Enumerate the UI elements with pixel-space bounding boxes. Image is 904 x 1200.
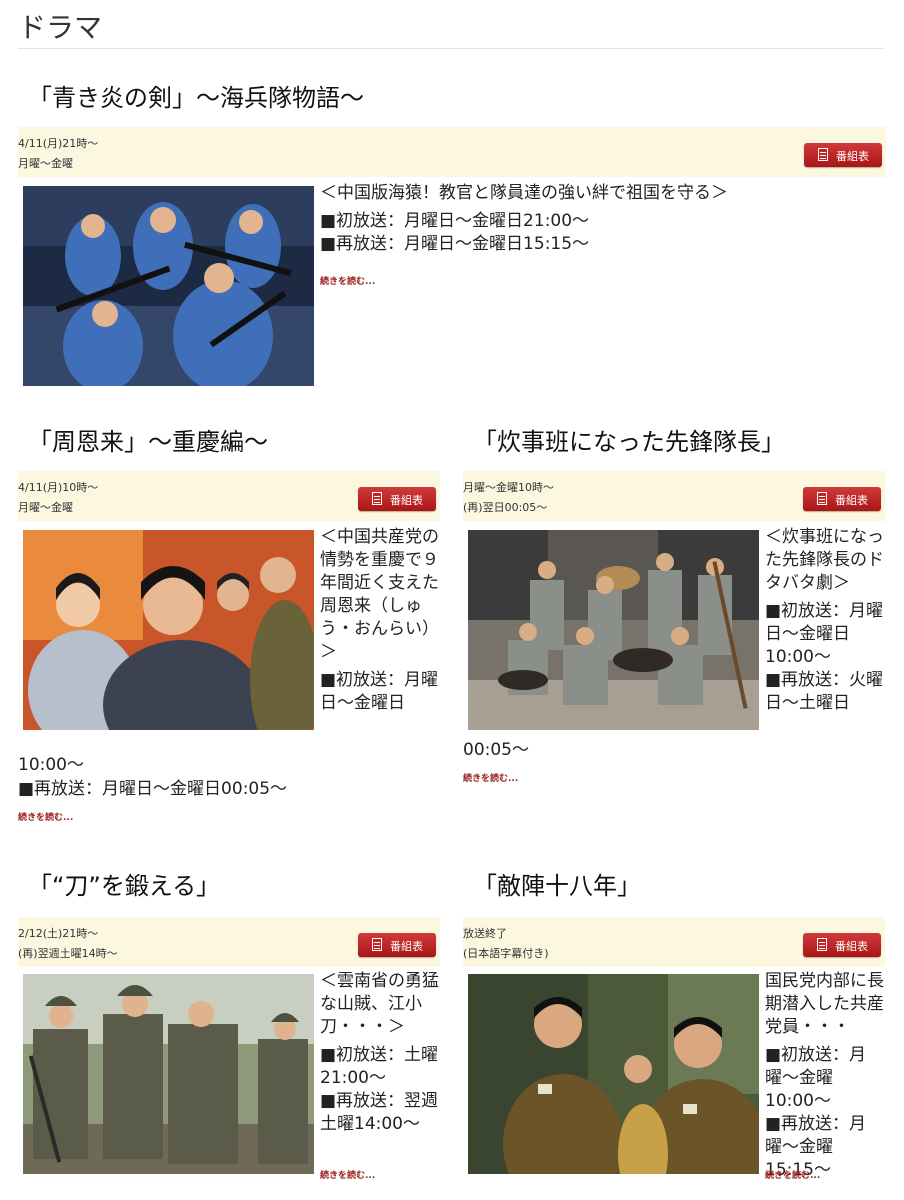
description-line: ■再放送：翌週土曜14:00〜 xyxy=(320,1091,439,1134)
program-schedule-strip: 4/11(月)21時〜 月曜〜金曜 番組表 xyxy=(18,127,886,177)
program-title[interactable]: 「“刀”を鍛える」 xyxy=(28,866,220,901)
schedule-button[interactable]: 番組表 xyxy=(803,933,881,957)
program-description: 国民党内部に長期潜入した共産党員・・・ ■初放送：月曜〜金曜10:00〜 ■再放… xyxy=(765,970,889,1182)
program-card: 「敵陣十八年」 放送終了 (日本語字幕付き) 番組表 国民党内部に長期潜入した共… xyxy=(463,860,885,1190)
program-title[interactable]: 「青き炎の剣」〜海兵隊物語〜 xyxy=(28,78,364,113)
broadcast-days: 月曜〜金曜 xyxy=(18,157,73,170)
document-icon xyxy=(817,492,827,505)
page-header: ドラマ xyxy=(18,0,884,49)
schedule-button[interactable]: 番組表 xyxy=(803,487,881,511)
program-thumbnail[interactable] xyxy=(23,186,314,386)
description-line: ＜炊事班になった先鋒隊長のドタバタ劇＞ xyxy=(765,527,884,593)
document-icon xyxy=(372,492,382,505)
program-schedule-strip: 月曜〜金曜10時〜 (再)翌日00:05〜 番組表 xyxy=(463,471,885,521)
broadcast-date: 月曜〜金曜10時〜 xyxy=(463,481,554,494)
program-description: ＜中国版海猿！教官と隊員達の強い絆で祖国を守る＞ ■初放送：月曜日〜金曜日21:… xyxy=(320,182,880,256)
program-thumbnail[interactable] xyxy=(23,530,314,730)
schedule-button-label: 番組表 xyxy=(835,494,868,507)
document-icon xyxy=(817,938,827,951)
program-thumbnail[interactable] xyxy=(468,530,759,730)
program-schedule-strip: 4/11(月)10時〜 月曜〜金曜 番組表 xyxy=(18,471,440,521)
program-description: ＜雲南省の勇猛な山賊、江小刀・・・＞ ■初放送：土曜21:00〜 ■再放送：翌週… xyxy=(320,970,444,1136)
schedule-button-label: 番組表 xyxy=(390,494,423,507)
schedule-button[interactable]: 番組表 xyxy=(358,487,436,511)
program-title[interactable]: 「周恩来」〜重慶編〜 xyxy=(28,422,268,457)
document-icon xyxy=(372,938,382,951)
description-line: ＜中国共産党の情勢を重慶で９年間近く支えた周恩来（しゅう・おんらい）＞ xyxy=(320,527,439,662)
program-thumbnail[interactable] xyxy=(23,974,314,1174)
description-line: ＜雲南省の勇猛な山賊、江小刀・・・＞ xyxy=(320,971,439,1037)
read-more-link[interactable]: 続きを読む... xyxy=(463,771,518,784)
description-line: ■初放送：月曜日〜金曜日21:00〜 xyxy=(320,211,590,231)
read-more-link[interactable]: 続きを読む... xyxy=(18,810,73,823)
program-title[interactable]: 「炊事班になった先鋒隊長」 xyxy=(473,422,785,457)
broadcast-date: 4/11(月)21時〜 xyxy=(18,137,99,150)
description-line: ＜中国版海猿！教官と隊員達の強い絆で祖国を守る＞ xyxy=(320,183,728,203)
program-schedule-strip: 2/12(土)21時〜 (再)翌週土曜14時〜 番組表 xyxy=(18,917,440,967)
read-more-link[interactable]: 続きを読む... xyxy=(320,274,375,287)
read-more-link[interactable]: 続きを読む... xyxy=(765,1168,820,1181)
broadcast-days: (再)翌日00:05〜 xyxy=(463,501,548,514)
description-line: ■初放送：月曜日〜金曜日10:00〜 xyxy=(765,601,884,667)
program-description: ＜中国共産党の情勢を重慶で９年間近く支えた周恩来（しゅう・おんらい）＞ ■初放送… xyxy=(320,526,444,715)
description-line: ■再放送：月曜日〜金曜日00:05〜 xyxy=(18,779,288,799)
program-thumbnail[interactable] xyxy=(468,974,759,1174)
program-card: 「青き炎の剣」〜海兵隊物語〜 4/11(月)21時〜 月曜〜金曜 番組表 ＜中国… xyxy=(18,70,886,400)
program-card: 「周恩来」〜重慶編〜 4/11(月)10時〜 月曜〜金曜 番組表 ＜中国共産党の… xyxy=(18,414,440,834)
broadcast-days: (日本語字幕付き) xyxy=(463,947,549,960)
description-line: ■再放送：月曜日〜金曜日15:15〜 xyxy=(320,234,590,254)
schedule-button[interactable]: 番組表 xyxy=(358,933,436,957)
schedule-button-label: 番組表 xyxy=(836,150,869,163)
description-line: ■初放送：月曜日〜金曜日 xyxy=(320,670,439,713)
description-line: ■初放送：土曜21:00〜 xyxy=(320,1045,439,1088)
description-line: 国民党内部に長期潜入した共産党員・・・ xyxy=(765,971,884,1037)
document-icon xyxy=(818,148,828,161)
description-line: 00:05〜 xyxy=(463,740,529,760)
read-more-link[interactable]: 続きを読む... xyxy=(320,1168,375,1181)
schedule-button[interactable]: 番組表 xyxy=(804,143,882,167)
program-title[interactable]: 「敵陣十八年」 xyxy=(473,866,641,901)
broadcast-days: 月曜〜金曜 xyxy=(18,501,73,514)
description-line: ■初放送：月曜〜金曜10:00〜 xyxy=(765,1045,867,1111)
program-description: ＜炊事班になった先鋒隊長のドタバタ劇＞ ■初放送：月曜日〜金曜日10:00〜 ■… xyxy=(765,526,889,715)
description-line: 10:00〜 xyxy=(18,755,84,775)
broadcast-date: 放送終了 xyxy=(463,927,507,940)
broadcast-days: (再)翌週土曜14時〜 xyxy=(18,947,118,960)
schedule-button-label: 番組表 xyxy=(835,940,868,953)
page-title: ドラマ xyxy=(18,11,103,44)
broadcast-date: 4/11(月)10時〜 xyxy=(18,481,99,494)
program-card: 「“刀”を鍛える」 2/12(土)21時〜 (再)翌週土曜14時〜 番組表 ＜雲… xyxy=(18,860,440,1190)
description-line: ■再放送：火曜日〜土曜日 xyxy=(765,670,884,713)
schedule-button-label: 番組表 xyxy=(390,940,423,953)
broadcast-date: 2/12(土)21時〜 xyxy=(18,927,99,940)
program-schedule-strip: 放送終了 (日本語字幕付き) 番組表 xyxy=(463,917,885,967)
program-card: 「炊事班になった先鋒隊長」 月曜〜金曜10時〜 (再)翌日00:05〜 番組表 xyxy=(463,414,885,794)
